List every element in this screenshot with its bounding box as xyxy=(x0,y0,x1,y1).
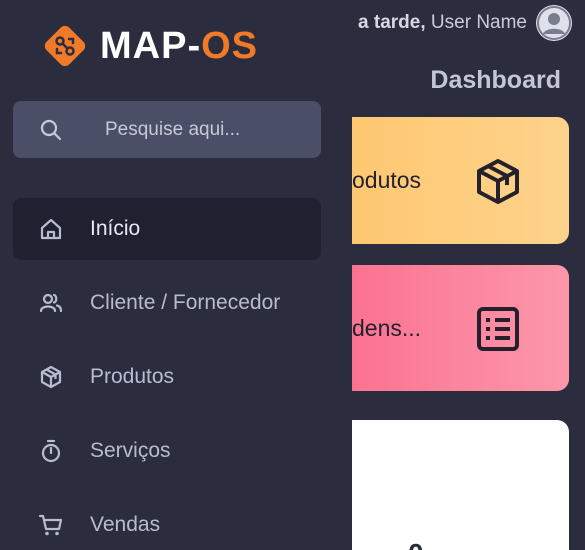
logo-text: MAP-OS xyxy=(100,25,258,68)
user-name[interactable]: User Name xyxy=(431,12,527,33)
sidebar-menu: Início Cliente / Fornecedor Produtos Ser… xyxy=(13,198,321,550)
ordens-card-label: dens... xyxy=(352,315,422,341)
avatar[interactable] xyxy=(536,5,572,41)
greeting-text: a tarde, xyxy=(358,12,426,33)
box-icon xyxy=(477,159,519,204)
user-avatar-icon xyxy=(537,6,571,40)
sidebar-item-label: Produtos xyxy=(90,365,175,388)
sidebar-item-vendas[interactable]: Vendas xyxy=(13,494,321,550)
sidebar-item-servicos[interactable]: Serviços xyxy=(13,420,321,482)
sidebar-item-inicio[interactable]: Início xyxy=(13,198,321,260)
box-icon xyxy=(40,365,62,389)
search-box xyxy=(13,101,321,158)
logo[interactable]: MAP-OS xyxy=(40,22,258,70)
sidebar: MAP-OS Início Cliente / Fornecedor xyxy=(0,0,352,550)
sidebar-item-label: Serviços xyxy=(90,439,171,462)
sidebar-item-produtos[interactable]: Produtos xyxy=(13,346,321,408)
list-icon xyxy=(477,307,519,351)
cart-icon xyxy=(38,514,63,536)
produtos-card-label: odutos xyxy=(352,167,422,193)
sidebar-item-label: Vendas xyxy=(90,513,161,536)
logo-text-accent: OS xyxy=(201,24,259,67)
search-icon[interactable] xyxy=(39,118,63,142)
sidebar-item-cliente-fornecedor[interactable]: Cliente / Fornecedor xyxy=(13,272,321,334)
user-greeting: a tarde, User Name xyxy=(358,12,527,34)
logo-mark-icon xyxy=(44,25,86,67)
search-input[interactable] xyxy=(105,114,305,146)
stopwatch-icon xyxy=(41,439,61,463)
sidebar-item-label: Cliente / Fornecedor xyxy=(90,291,281,314)
stats-value: 0 xyxy=(408,538,424,550)
sidebar-item-label: Início xyxy=(90,217,141,240)
logo-text-main: MAP- xyxy=(100,24,202,67)
page-title: Dashboard xyxy=(430,66,561,94)
users-icon xyxy=(39,293,63,313)
home-icon xyxy=(40,218,62,240)
